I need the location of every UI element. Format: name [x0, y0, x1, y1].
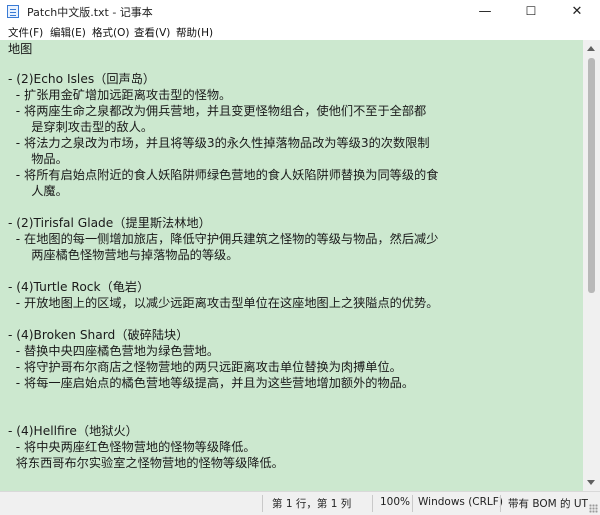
- text-line: - 将所有启始点附近的食人妖陷阱师绿色营地的食人妖陷阱师替换为同等级的食: [8, 168, 439, 182]
- text-line: - 开放地图上的区域，以减少远距离攻击型单位在这座地图上之狭隘点的优势。: [8, 296, 439, 310]
- text-line: - (4)Turtle Rock（龟岩）: [8, 280, 150, 294]
- line-ending: Windows (CRLF): [418, 496, 503, 508]
- resize-grip-icon[interactable]: [589, 504, 598, 513]
- menu-edit[interactable]: 编辑(E): [50, 25, 86, 40]
- text-line: 将东西哥布尔实验室之怪物营地的怪物等级降低。: [8, 456, 284, 470]
- text-line: - (4)Hellfire（地狱火）: [8, 424, 138, 438]
- status-bar: 第 1 行，第 1 列 100% Windows (CRLF) 带有 BOM 的…: [0, 491, 600, 515]
- text-line: - 将守护哥布尔商店之怪物营地的两只远距离攻击单位替换为肉搏单位。: [8, 360, 402, 374]
- text-line: - (4)Broken Shard（破碎陆块）: [8, 328, 189, 342]
- text-line: 物品。: [8, 152, 68, 166]
- text-line: - 在地图的每一侧增加旅店，降低守护佣兵建筑之怪物的等级与物品，然后减少: [8, 232, 439, 246]
- status-divider: [412, 495, 413, 512]
- maximize-button[interactable]: ☐: [508, 0, 554, 23]
- vertical-scrollbar[interactable]: [583, 40, 600, 491]
- status-divider: [500, 495, 501, 512]
- text-line: - 将中央两座红色怪物营地的怪物等级降低。: [8, 440, 256, 454]
- status-divider: [372, 495, 373, 512]
- text-line: - 将两座生命之泉都改为佣兵营地，并且变更怪物组合，使他们不至于全部都: [8, 104, 427, 118]
- text-line: - (2)Echo Isles（回声岛）: [8, 72, 156, 86]
- encoding: 带有 BOM 的 UT: [508, 498, 588, 510]
- menu-help[interactable]: 帮助(H): [176, 25, 213, 40]
- cursor-position: 第 1 行，第 1 列: [272, 498, 352, 510]
- text-line: 两座橘色怪物营地与掉落物品的等级。: [8, 248, 239, 262]
- zoom-level: 100%: [380, 496, 411, 508]
- scrollbar-thumb[interactable]: [588, 58, 595, 293]
- menu-file[interactable]: 文件(F): [8, 25, 43, 40]
- window-title: Patch中文版.txt - 记事本: [27, 6, 153, 19]
- text-line: - 扩张用金矿增加远距离攻击型的怪物。: [8, 88, 232, 102]
- menu-format[interactable]: 格式(O): [92, 25, 129, 40]
- text-line: - (2)Tirisfal Glade（提里斯法林地）: [8, 216, 211, 230]
- text-editor[interactable]: 地图 - (2)Echo Isles（回声岛） - 扩张用金矿增加远距离攻击型的…: [0, 40, 583, 491]
- scroll-up-arrow-icon[interactable]: [587, 46, 595, 51]
- text-line: 是穿刺攻击型的敌人。: [8, 120, 154, 134]
- text-line: - 将每一座启始点的橘色营地等级提高，并且为这些营地增加额外的物品。: [8, 376, 415, 390]
- notepad-icon: [7, 5, 19, 18]
- status-divider: [262, 495, 263, 512]
- menu-view[interactable]: 查看(V): [134, 25, 170, 40]
- text-line: 人魔。: [8, 184, 68, 198]
- title-bar: Patch中文版.txt - 记事本 — ☐ ✕: [0, 0, 600, 23]
- text-line: - 将法力之泉改为市场，并且将等级3的永久性掉落物品改为等级3的次数限制: [8, 136, 430, 150]
- text-line: - 替换中央四座橘色营地为绿色营地。: [8, 344, 220, 358]
- text-line: 地图: [8, 42, 33, 56]
- minimize-button[interactable]: —: [462, 0, 508, 23]
- close-button[interactable]: ✕: [554, 0, 600, 23]
- scroll-down-arrow-icon[interactable]: [587, 480, 595, 485]
- menu-bar: 文件(F) 编辑(E) 格式(O) 查看(V) 帮助(H): [0, 23, 600, 40]
